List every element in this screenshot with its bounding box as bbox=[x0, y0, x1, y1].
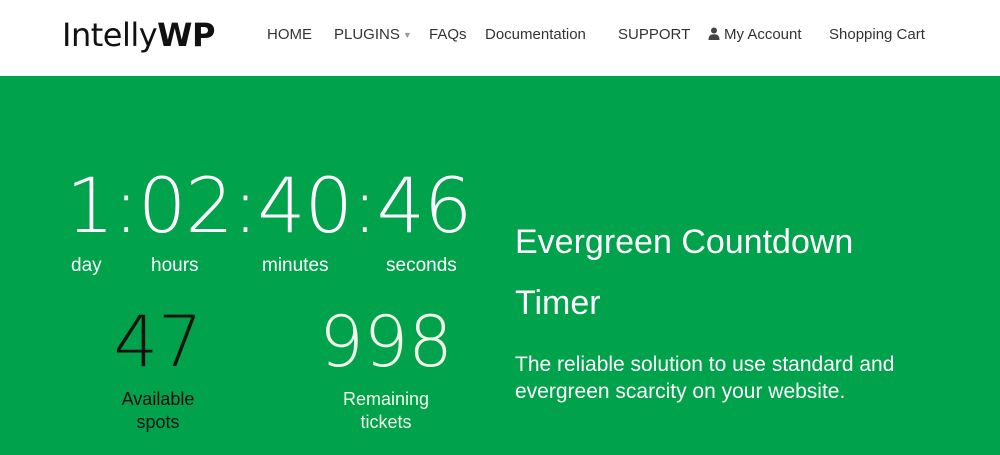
hero-section: 1:02:40:46 day hours minutes seconds 47 … bbox=[0, 76, 1000, 455]
nav-my-account[interactable]: My Account bbox=[708, 24, 802, 47]
nav-shopping-cart[interactable]: Shopping Cart bbox=[829, 24, 925, 46]
nav-home[interactable]: HOME bbox=[267, 24, 312, 46]
chevron-down-icon: ▼ bbox=[402, 30, 412, 40]
countdown-label-seconds: seconds bbox=[386, 255, 457, 276]
nav-documentation[interactable]: Documentation bbox=[485, 24, 586, 46]
nav-support[interactable]: SUPPORT bbox=[618, 24, 690, 46]
remaining-label-line1: Remaining bbox=[342, 389, 430, 409]
site-header: IntellyWP HOME PLUGINS ▼ FAQs Documentati… bbox=[0, 0, 1000, 76]
user-icon bbox=[708, 25, 720, 47]
available-spots-label: Available spots bbox=[88, 388, 228, 434]
available-label-line2: spots bbox=[136, 412, 180, 432]
hero-subtitle-line1: The reliable solution to use standard an… bbox=[515, 353, 895, 376]
nav-my-account-label: My Account bbox=[724, 26, 802, 43]
hero-subtitle-line2: evergreen scarcity on your website. bbox=[515, 380, 846, 403]
remaining-label-line2: tickets bbox=[360, 412, 412, 432]
remaining-tickets-label: Remaining tickets bbox=[296, 388, 476, 434]
nav-plugins[interactable]: PLUGINS ▼ bbox=[334, 24, 412, 46]
remaining-tickets-count: 998 bbox=[319, 301, 453, 383]
countdown-label-day: day bbox=[71, 255, 102, 276]
hero-title-line1: Evergreen Countdown bbox=[515, 223, 854, 261]
countdown-label-hours: hours bbox=[151, 255, 199, 276]
nav-plugins-label: PLUGINS bbox=[334, 26, 400, 43]
countdown-timer: 1:02:40:46 bbox=[66, 161, 472, 250]
hero-subtitle: The reliable solution to use standard an… bbox=[515, 351, 955, 405]
available-spots-count: 47 bbox=[113, 301, 203, 383]
hero-title: Evergreen Countdown Timer bbox=[515, 212, 955, 334]
countdown-label-minutes: minutes bbox=[262, 255, 329, 276]
nav-faqs[interactable]: FAQs bbox=[429, 24, 467, 46]
main-navigation: HOME PLUGINS ▼ FAQs Documentation SUPPORT… bbox=[0, 24, 1000, 46]
available-label-line1: Available bbox=[121, 389, 195, 409]
hero-title-line2: Timer bbox=[515, 284, 601, 322]
